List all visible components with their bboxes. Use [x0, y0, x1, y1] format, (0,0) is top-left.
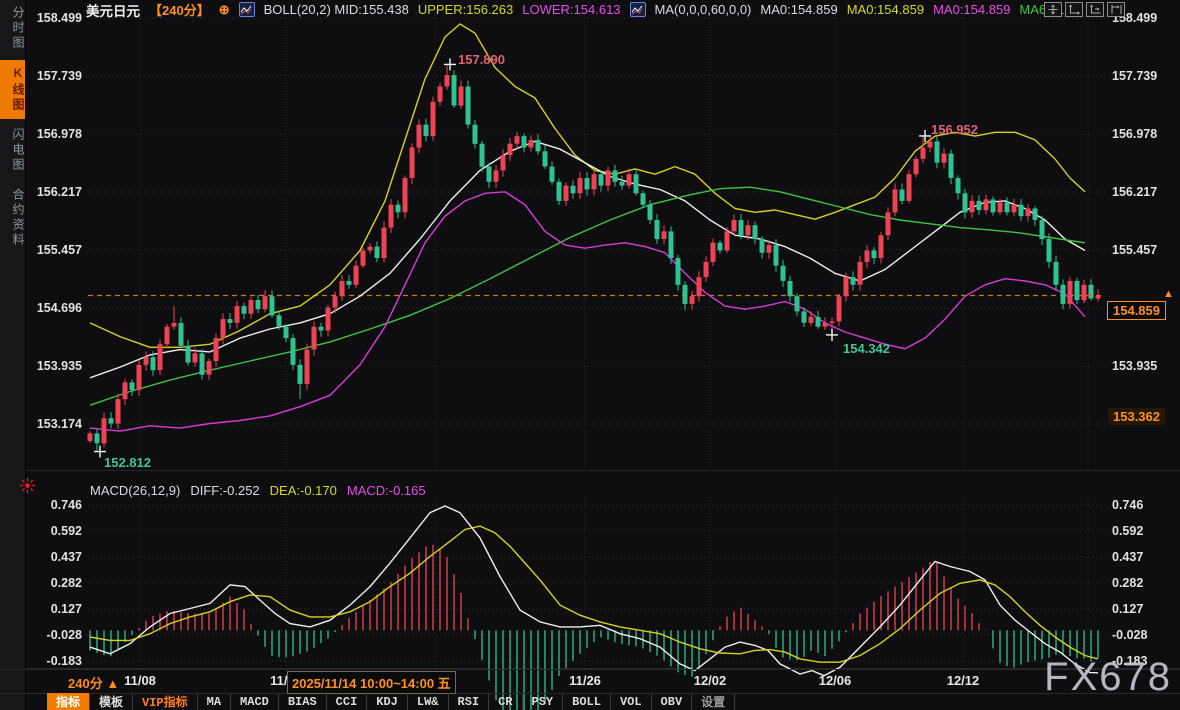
boll-upper-value: UPPER:156.263	[418, 2, 513, 17]
macd-axis-label: 0.282	[4, 575, 82, 591]
price-axis-label: 158.499	[4, 10, 82, 26]
price-axis-label: 156.978	[1112, 126, 1157, 142]
price-axis-label: 153.935	[1112, 358, 1157, 374]
toolbar-item-MA[interactable]: MA	[198, 693, 231, 710]
toolbar-item-指标[interactable]: 指标	[47, 693, 90, 710]
ma0-yellow-value: MA0:154.859	[847, 2, 924, 17]
price-axis-label: 157.739	[1112, 68, 1157, 84]
macd-header: MACD(26,12,9) DIFF:-0.252 DEA:-0.170 MAC…	[90, 483, 426, 498]
macd-axis-label: 0.437	[1112, 549, 1143, 565]
ma0-white-value: MA0:154.859	[760, 2, 837, 17]
current-price-badge: 154.859	[1107, 301, 1166, 320]
macd-diff-value: DIFF:-0.252	[190, 483, 259, 498]
pan-right-icon[interactable]	[1107, 2, 1125, 17]
toolbar-item-模板[interactable]: 模板	[90, 693, 133, 710]
price-axis-label: 153.935	[4, 358, 82, 374]
macd-diff-line	[90, 506, 1098, 676]
indicator-toolbar: 指标模板VIP指标MAMACDBIASCCIKDJLW&RSICRPSYBOLL…	[47, 693, 735, 710]
symbol-name: 美元日元	[86, 0, 140, 20]
toolbar-item-设置[interactable]: 设置	[692, 693, 735, 710]
macd-dea-value: DEA:-0.170	[270, 483, 337, 498]
toolbar-item-PSY[interactable]: PSY	[523, 693, 564, 710]
ma-chart-icon[interactable]	[630, 2, 646, 17]
window-controls	[1044, 2, 1125, 17]
time-axis-row: 240分 ▲ 11/0811/1411/2612/0212/0612/12 20…	[0, 669, 1180, 694]
alert-burst-icon[interactable]	[19, 477, 36, 494]
macd-axis-label: 0.127	[4, 601, 82, 617]
time-range-tooltip: 2025/11/14 10:00~14:00 五	[287, 671, 456, 694]
toolbar-item-CR[interactable]: CR	[489, 693, 522, 710]
xaxis-date-label: 12/06	[819, 673, 852, 688]
price-axis-label: 153.174	[4, 416, 82, 432]
macd-macd-value: MACD:-0.165	[347, 483, 426, 498]
price-axis-label: 157.739	[4, 68, 82, 84]
toolbar-item-MACD[interactable]: MACD	[231, 693, 279, 710]
axis-right-icon[interactable]	[1086, 2, 1104, 17]
price-marker-label: 152.812	[104, 455, 151, 470]
macd-axis-label: 0.437	[4, 549, 82, 565]
price-axis-label: 156.217	[4, 184, 82, 200]
period-arrow-icon: ▲	[106, 676, 119, 691]
macd-axis-label: 0.592	[4, 523, 82, 539]
price-marker-label: 156.952	[931, 122, 978, 137]
toolbar-item-CCI[interactable]: CCI	[327, 693, 368, 710]
macd-axis-label: 0.746	[4, 497, 82, 513]
price-axis-label: 155.457	[4, 242, 82, 258]
toolbar-item-VIP指标[interactable]: VIP指标	[133, 693, 198, 710]
move-icon[interactable]	[1044, 2, 1062, 17]
macd-axis-label: 0.282	[1112, 575, 1143, 591]
macd-axis-label: -0.183	[1112, 653, 1147, 669]
price-up-arrow-icon: ▲	[1163, 288, 1174, 300]
boll-lower-value: LOWER:154.613	[522, 2, 620, 17]
price-axis-label: 155.457	[1112, 242, 1157, 258]
ma-60-line	[90, 187, 1085, 405]
low-price-badge: 153.362	[1108, 408, 1165, 425]
macd-title: MACD(26,12,9)	[90, 483, 180, 498]
toolbar-item-OBV[interactable]: OBV	[652, 693, 693, 710]
toolbar-item-VOL[interactable]: VOL	[611, 693, 652, 710]
ma0-magenta-value: MA0:154.859	[933, 2, 1010, 17]
xaxis-date-label: 11/08	[124, 673, 156, 688]
chart-canvas[interactable]	[0, 0, 1180, 710]
toolbar-item-BOLL[interactable]: BOLL	[563, 693, 611, 710]
toolbar-item-RSI[interactable]: RSI	[449, 693, 490, 710]
toolbar-item-LW&[interactable]: LW&	[408, 693, 449, 710]
macd-axis-label: -0.028	[1112, 627, 1147, 643]
axis-left-icon[interactable]	[1065, 2, 1083, 17]
macd-axis-label: 0.127	[1112, 601, 1143, 617]
price-marker-label: 157.890	[458, 52, 505, 67]
xaxis-date-label: 12/12	[947, 673, 980, 688]
macd-axis-label: -0.183	[4, 653, 82, 669]
price-axis-label: 156.217	[1112, 184, 1157, 200]
price-axis-label: 156.978	[4, 126, 82, 142]
period-selector[interactable]: 240分 ▲	[68, 673, 119, 692]
price-axis-label: 154.696	[4, 300, 82, 316]
toolbar-item-KDJ[interactable]: KDJ	[367, 693, 408, 710]
sidebar-tab-分时图[interactable]: 分时图	[0, 0, 25, 57]
toolbar-item-BIAS[interactable]: BIAS	[279, 693, 327, 710]
period-badge[interactable]: 【240分】	[149, 0, 210, 19]
period-text: 240分	[68, 676, 103, 691]
trading-app: { "header": { "symbol": "美元日元", "period"…	[0, 0, 1180, 710]
ma-params: MA(0,0,0,60,0,0)	[655, 2, 752, 17]
boll-chart-icon[interactable]	[239, 2, 255, 17]
macd-axis-label: 0.592	[1112, 523, 1143, 539]
xaxis-date-label: 11/26	[569, 673, 601, 688]
price-marker-label: 154.342	[843, 341, 890, 356]
macd-axis-label: -0.028	[4, 627, 82, 643]
chart-header: 美元日元 【240分】 ⊕ BOLL(20,2) MID:155.438 UPP…	[86, 1, 1071, 18]
target-icon[interactable]: ⊕	[219, 2, 230, 18]
boll-values: BOLL(20,2) MID:155.438	[264, 2, 409, 17]
xaxis-date-label: 12/02	[694, 673, 727, 688]
macd-axis-label: 0.746	[1112, 497, 1143, 513]
